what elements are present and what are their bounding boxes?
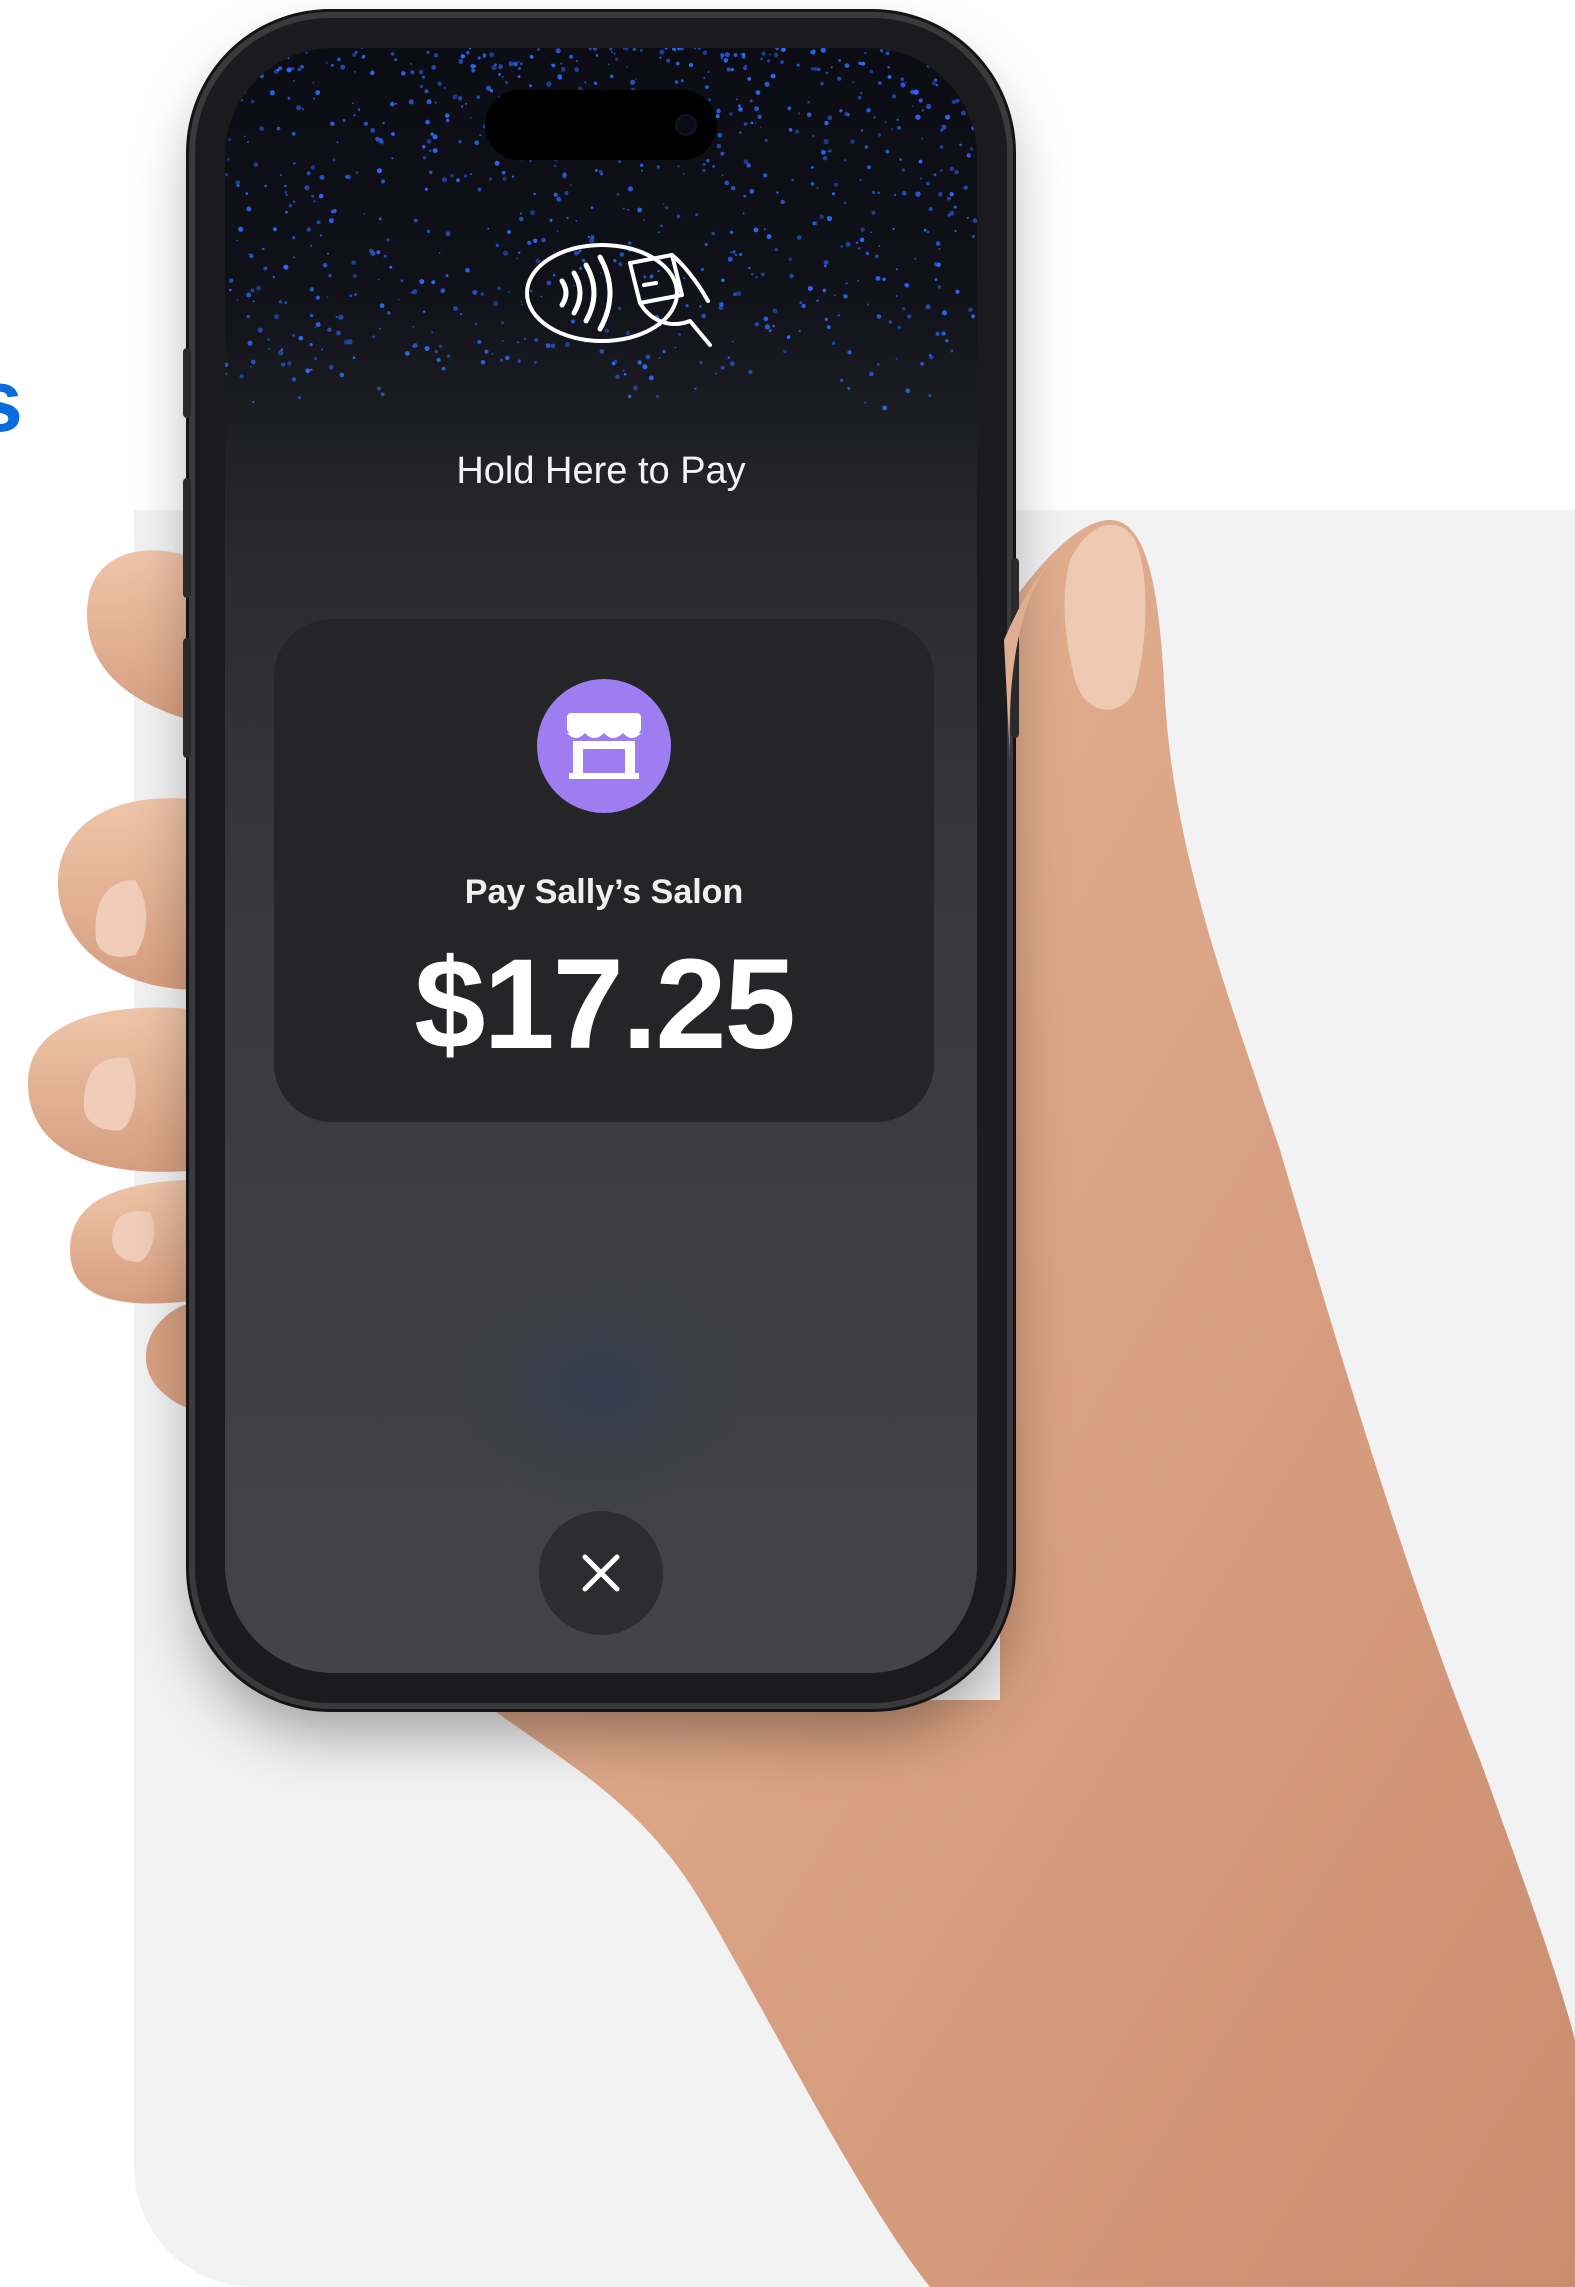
- dynamic-island: [485, 90, 717, 160]
- close-icon: [582, 1554, 620, 1592]
- phone-power-button: [1011, 558, 1019, 738]
- phone-volume-up-button: [183, 478, 191, 598]
- payment-card: Pay Sally’s Salon $17.25: [274, 619, 934, 1122]
- front-camera: [675, 114, 697, 136]
- phone-device: Hold Here to Pay Pay Sally’s Salon $17.2…: [183, 18, 1019, 1703]
- merchant-label: Pay Sally’s Salon: [464, 873, 744, 911]
- contactless-payment-icon: [525, 243, 712, 347]
- hold-here-to-pay-text: Hold Here to Pay: [456, 450, 746, 492]
- phone-action-button: [183, 348, 191, 418]
- payment-amount: $17.25: [414, 933, 796, 1076]
- storefront-icon: [567, 713, 641, 779]
- nfc-target-glow: [450, 1268, 750, 1508]
- merchant-avatar: [537, 679, 671, 813]
- phone-screen: Hold Here to Pay Pay Sally’s Salon $17.2…: [225, 48, 977, 1673]
- close-button[interactable]: [539, 1511, 663, 1635]
- phone-volume-down-button: [183, 638, 191, 758]
